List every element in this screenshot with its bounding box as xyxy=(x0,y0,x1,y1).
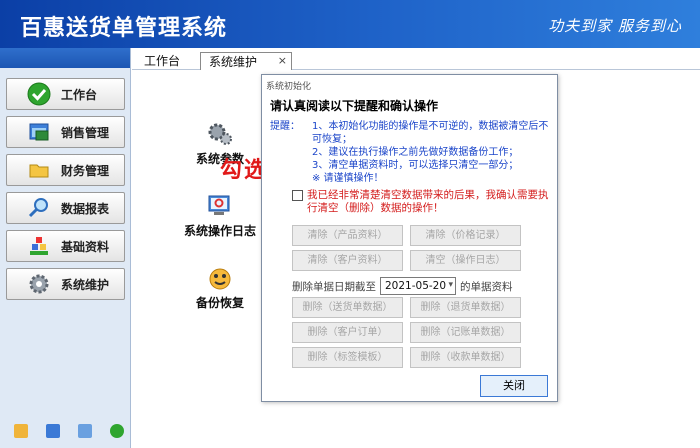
magnifier-icon xyxy=(27,196,51,220)
app-title: 百惠送货单管理系统 xyxy=(20,16,228,41)
sidebar-bottom-toolbar xyxy=(14,424,124,438)
date-value: 2021-05-20 xyxy=(385,280,447,292)
sidebar-item-label: 工作台 xyxy=(61,87,98,102)
delete-orders-button[interactable]: 删除（客户订单） xyxy=(292,322,403,343)
refresh-icon[interactable] xyxy=(110,424,124,438)
confirm-checkbox[interactable] xyxy=(292,190,303,201)
close-icon[interactable]: × xyxy=(278,54,287,67)
sidebar-item-label: 销售管理 xyxy=(61,125,110,140)
tab-maintenance[interactable]: 系统维护 × xyxy=(200,52,292,70)
confirm-text: 我已经非常清楚清空数据带来的后果，我确认需要执行清空（删除）数据的操作！ xyxy=(307,189,549,214)
tool-label: 备份恢复 xyxy=(195,296,244,310)
date-suffix: 的单据资料 xyxy=(460,280,513,293)
app-header: 百惠送货单管理系统 功夫到家 服务到心 xyxy=(0,0,700,48)
chevron-down-icon[interactable]: ▾ xyxy=(448,280,453,290)
tip-line: ※ 请谨慎操作！ xyxy=(312,173,384,184)
delete-label-templates-button[interactable]: 删除（标签模板） xyxy=(292,347,403,368)
tool-backup-restore[interactable]: 备份恢复 xyxy=(170,264,270,311)
sidebar-item-finance[interactable]: 财务管理 xyxy=(6,154,125,186)
sidebar-strip xyxy=(0,48,130,68)
tool-label: 系统操作日志 xyxy=(183,224,256,238)
clear-prices-button[interactable]: 清除（价格记录） xyxy=(410,225,521,246)
delete-returns-button[interactable]: 删除（退货单数据） xyxy=(410,297,521,318)
dialog-tips: 提醒： 1、本初始化功能的操作是不可逆的，数据被清空后不可恢复； 2、建议在执行操… xyxy=(270,120,549,185)
clear-logs-button[interactable]: 清空（操作日志） xyxy=(410,250,521,271)
sidebar-item-workbench[interactable]: 工作台 xyxy=(6,78,125,110)
sidebar-item-label: 基础资料 xyxy=(61,239,110,254)
date-row: 删除单据日期截至 2021-05-20 ▾ 的单据资料 xyxy=(292,277,513,295)
clear-products-button[interactable]: 清除（产品资料） xyxy=(292,225,403,246)
close-button[interactable]: 关闭 xyxy=(480,375,548,397)
sidebar-item-label: 数据报表 xyxy=(61,201,110,216)
tip-line: 1、本初始化功能的操作是不可逆的，数据被清空后不可恢复； xyxy=(312,121,549,145)
tips-label: 提醒： xyxy=(270,121,300,132)
window-icon xyxy=(27,120,51,144)
sidebar-item-maintenance[interactable]: 系统维护 xyxy=(6,268,125,300)
sidebar-item-sales[interactable]: 销售管理 xyxy=(6,116,125,148)
monitor-search-icon xyxy=(206,192,234,220)
delete-bookkeeping-button[interactable]: 删除（记账单数据） xyxy=(410,322,521,343)
checkmark-icon xyxy=(27,82,51,106)
delete-delivery-button[interactable]: 删除（送货单数据） xyxy=(292,297,403,318)
sidebar: 工作台 销售管理 财务管理 数据报表 基础资料 系统维护 xyxy=(0,48,131,448)
sidebar-item-label: 系统维护 xyxy=(61,277,110,292)
date-prefix: 删除单据日期截至 xyxy=(292,280,376,293)
app-slogan: 功夫到家 服务到心 xyxy=(548,17,682,35)
sidebar-item-label: 财务管理 xyxy=(61,163,110,178)
tab-label: 系统维护 xyxy=(209,55,258,69)
gears-icon xyxy=(206,120,234,148)
folder-icon xyxy=(27,158,51,182)
note-icon[interactable] xyxy=(14,424,28,438)
sidebar-item-reports[interactable]: 数据报表 xyxy=(6,192,125,224)
dialog-heading: 请认真阅读以下提醒和确认操作 xyxy=(270,99,439,113)
tool-operation-log[interactable]: 系统操作日志 xyxy=(170,192,270,239)
dialog-title: 系统初始化 xyxy=(266,82,312,92)
tab-workbench[interactable]: 工作台 xyxy=(144,52,180,70)
tab-bar: 工作台 系统维护 × xyxy=(132,48,700,70)
tip-line: 3、清空单据资料时，可以选择只清空一部分； xyxy=(312,160,519,171)
blocks-icon xyxy=(27,234,51,258)
monitor-icon[interactable] xyxy=(78,424,92,438)
sidebar-item-basic-data[interactable]: 基础资料 xyxy=(6,230,125,262)
lock-icon[interactable] xyxy=(46,424,60,438)
backup-icon xyxy=(206,264,234,292)
system-init-dialog: 系统初始化 请认真阅读以下提醒和确认操作 提醒： 1、本初始化功能的操作是不可逆的… xyxy=(261,74,558,402)
date-picker[interactable]: 2021-05-20 ▾ xyxy=(380,277,456,295)
confirm-row: 我已经非常清楚清空数据带来的后果，我确认需要执行清空（删除）数据的操作！ xyxy=(292,189,554,215)
tip-line: 2、建议在执行操作之前先做好数据备份工作； xyxy=(312,147,519,158)
clear-customers-button[interactable]: 清除（客户资料） xyxy=(292,250,403,271)
gear-icon xyxy=(27,272,51,296)
delete-receipts-button[interactable]: 删除（收款单数据） xyxy=(410,347,521,368)
